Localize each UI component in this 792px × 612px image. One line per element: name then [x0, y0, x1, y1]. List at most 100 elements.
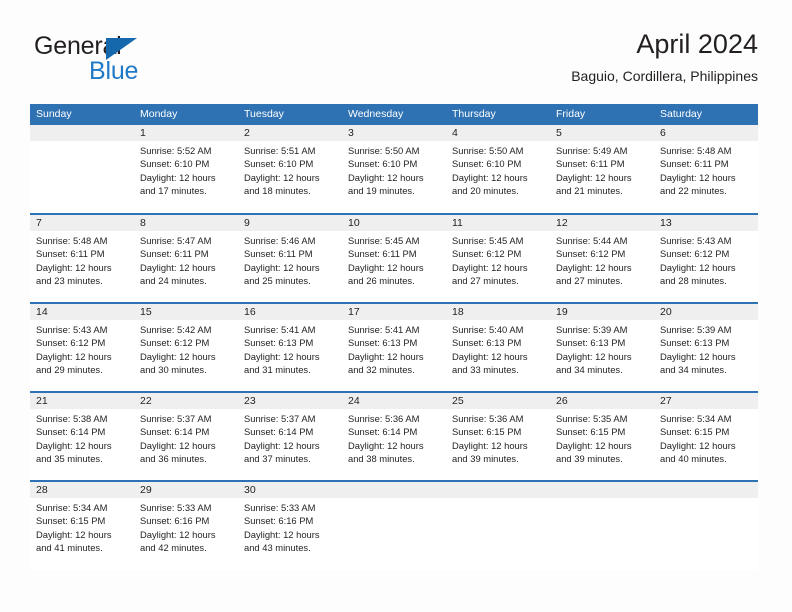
day-details — [30, 141, 134, 144]
day-number: 20 — [654, 304, 758, 320]
daylight-text-line1: Daylight: 12 hours — [452, 439, 528, 451]
day-cell[interactable]: 16 Sunrise: 5:41 AM Sunset: 6:13 PM Dayl… — [238, 302, 342, 392]
day-cell[interactable]: 3 Sunrise: 5:50 AM Sunset: 6:10 PM Dayli… — [342, 125, 446, 214]
daylight-text-line2: and 32 minutes. — [348, 363, 415, 375]
daylight-text-line2: and 41 minutes. — [36, 541, 103, 553]
week-row: 7 Sunrise: 5:48 AM Sunset: 6:11 PM Dayli… — [30, 213, 758, 303]
day-cell[interactable]: 2 Sunrise: 5:51 AM Sunset: 6:10 PM Dayli… — [238, 125, 342, 214]
daylight-text-line2: and 20 minutes. — [452, 184, 519, 196]
day-cell[interactable]: 26 Sunrise: 5:35 AM Sunset: 6:15 PM Dayl… — [550, 391, 654, 481]
sunrise-text: Sunrise: 5:37 AM — [244, 413, 316, 424]
day-number: 23 — [238, 393, 342, 409]
day-cell[interactable]: 22 Sunrise: 5:37 AM Sunset: 6:14 PM Dayl… — [134, 391, 238, 481]
day-cell[interactable]: 25 Sunrise: 5:36 AM Sunset: 6:15 PM Dayl… — [446, 391, 550, 481]
sunrise-text: Sunrise: 5:50 AM — [452, 145, 524, 156]
day-cell[interactable] — [550, 480, 654, 570]
day-cell[interactable]: 1 Sunrise: 5:52 AM Sunset: 6:10 PM Dayli… — [134, 125, 238, 214]
day-number: 14 — [30, 304, 134, 320]
sunset-text: Sunset: 6:11 PM — [140, 248, 209, 260]
generalblue-logo[interactable]: General Blue — [34, 33, 264, 93]
day-cell[interactable]: 9 Sunrise: 5:46 AM Sunset: 6:11 PM Dayli… — [238, 213, 342, 303]
day-number: 21 — [30, 393, 134, 409]
day-cell[interactable]: 19 Sunrise: 5:39 AM Sunset: 6:13 PM Dayl… — [550, 302, 654, 392]
day-cell[interactable] — [446, 480, 550, 570]
sunset-text: Sunset: 6:11 PM — [244, 248, 313, 260]
day-number: 30 — [238, 482, 342, 498]
day-cell[interactable]: 14 Sunrise: 5:43 AM Sunset: 6:12 PM Dayl… — [30, 302, 134, 392]
sunrise-text: Sunrise: 5:52 AM — [140, 145, 212, 156]
daylight-text-line1: Daylight: 12 hours — [244, 350, 320, 362]
day-cell[interactable]: 5 Sunrise: 5:49 AM Sunset: 6:11 PM Dayli… — [550, 125, 654, 214]
day-cell[interactable] — [654, 480, 758, 570]
day-details: Sunrise: 5:42 AM Sunset: 6:12 PM Dayligh… — [134, 320, 238, 376]
day-cell[interactable]: 28 Sunrise: 5:34 AM Sunset: 6:15 PM Dayl… — [30, 480, 134, 570]
sunrise-text: Sunrise: 5:37 AM — [140, 413, 212, 424]
title-block: April 2024 Baguio, Cordillera, Philippin… — [571, 28, 758, 85]
sunrise-text: Sunrise: 5:51 AM — [244, 145, 316, 156]
sunset-text: Sunset: 6:11 PM — [348, 248, 417, 260]
sunset-text: Sunset: 6:12 PM — [452, 248, 522, 260]
sunset-text: Sunset: 6:14 PM — [36, 426, 106, 438]
sunset-text: Sunset: 6:14 PM — [140, 426, 210, 438]
day-cell[interactable]: 17 Sunrise: 5:41 AM Sunset: 6:13 PM Dayl… — [342, 302, 446, 392]
day-cell[interactable]: 6 Sunrise: 5:48 AM Sunset: 6:11 PM Dayli… — [654, 125, 758, 214]
page-header: General Blue April 2024 Baguio, Cordille… — [0, 0, 792, 100]
weekday-header-sunday: Sunday — [30, 104, 134, 125]
sunrise-text: Sunrise: 5:39 AM — [660, 324, 732, 335]
sunset-text: Sunset: 6:13 PM — [244, 337, 314, 349]
day-number: 26 — [550, 393, 654, 409]
daylight-text-line1: Daylight: 12 hours — [244, 439, 320, 451]
day-cell[interactable]: 23 Sunrise: 5:37 AM Sunset: 6:14 PM Dayl… — [238, 391, 342, 481]
daylight-text-line2: and 24 minutes. — [140, 274, 207, 286]
sunrise-text: Sunrise: 5:42 AM — [140, 324, 212, 335]
sunset-text: Sunset: 6:10 PM — [244, 158, 314, 170]
page-title: April 2024 — [636, 29, 758, 59]
day-number: 11 — [446, 215, 550, 231]
sunrise-text: Sunrise: 5:45 AM — [348, 235, 420, 246]
daylight-text-line1: Daylight: 12 hours — [660, 261, 736, 273]
day-details: Sunrise: 5:41 AM Sunset: 6:13 PM Dayligh… — [238, 320, 342, 376]
sunrise-text: Sunrise: 5:45 AM — [452, 235, 524, 246]
day-details: Sunrise: 5:36 AM Sunset: 6:15 PM Dayligh… — [446, 409, 550, 465]
day-cell[interactable]: 4 Sunrise: 5:50 AM Sunset: 6:10 PM Dayli… — [446, 125, 550, 214]
day-details: Sunrise: 5:37 AM Sunset: 6:14 PM Dayligh… — [238, 409, 342, 465]
day-cell[interactable]: 18 Sunrise: 5:40 AM Sunset: 6:13 PM Dayl… — [446, 302, 550, 392]
daylight-text-line1: Daylight: 12 hours — [660, 350, 736, 362]
daylight-text-line2: and 31 minutes. — [244, 363, 311, 375]
day-cell[interactable]: 11 Sunrise: 5:45 AM Sunset: 6:12 PM Dayl… — [446, 213, 550, 303]
day-number: 2 — [238, 125, 342, 141]
daylight-text-line2: and 35 minutes. — [36, 452, 103, 464]
day-cell[interactable]: 21 Sunrise: 5:38 AM Sunset: 6:14 PM Dayl… — [30, 391, 134, 481]
daylight-text-line1: Daylight: 12 hours — [556, 439, 632, 451]
day-cell[interactable]: 13 Sunrise: 5:43 AM Sunset: 6:12 PM Dayl… — [654, 213, 758, 303]
day-cell[interactable]: 20 Sunrise: 5:39 AM Sunset: 6:13 PM Dayl… — [654, 302, 758, 392]
day-cell[interactable]: 15 Sunrise: 5:42 AM Sunset: 6:12 PM Dayl… — [134, 302, 238, 392]
day-details: Sunrise: 5:49 AM Sunset: 6:11 PM Dayligh… — [550, 141, 654, 197]
day-cell[interactable]: 27 Sunrise: 5:34 AM Sunset: 6:15 PM Dayl… — [654, 391, 758, 481]
day-details: Sunrise: 5:33 AM Sunset: 6:16 PM Dayligh… — [134, 498, 238, 554]
day-cell[interactable]: 8 Sunrise: 5:47 AM Sunset: 6:11 PM Dayli… — [134, 213, 238, 303]
day-details: Sunrise: 5:50 AM Sunset: 6:10 PM Dayligh… — [446, 141, 550, 197]
weekday-header-tuesday: Tuesday — [238, 104, 342, 125]
sunset-text: Sunset: 6:10 PM — [452, 158, 522, 170]
sunrise-text: Sunrise: 5:38 AM — [36, 413, 108, 424]
day-number: 24 — [342, 393, 446, 409]
day-number: 3 — [342, 125, 446, 141]
day-cell[interactable] — [342, 480, 446, 570]
sunrise-text: Sunrise: 5:49 AM — [556, 145, 628, 156]
day-cell[interactable]: 24 Sunrise: 5:36 AM Sunset: 6:14 PM Dayl… — [342, 391, 446, 481]
day-number: 17 — [342, 304, 446, 320]
sunset-text: Sunset: 6:10 PM — [140, 158, 210, 170]
daylight-text-line2: and 42 minutes. — [140, 541, 207, 553]
day-cell[interactable]: 10 Sunrise: 5:45 AM Sunset: 6:11 PM Dayl… — [342, 213, 446, 303]
day-cell[interactable]: 29 Sunrise: 5:33 AM Sunset: 6:16 PM Dayl… — [134, 480, 238, 570]
day-cell[interactable]: 7 Sunrise: 5:48 AM Sunset: 6:11 PM Dayli… — [30, 213, 134, 303]
day-cell[interactable]: 30 Sunrise: 5:33 AM Sunset: 6:16 PM Dayl… — [238, 480, 342, 570]
day-details: Sunrise: 5:52 AM Sunset: 6:10 PM Dayligh… — [134, 141, 238, 197]
day-number — [446, 482, 550, 498]
day-details: Sunrise: 5:50 AM Sunset: 6:10 PM Dayligh… — [342, 141, 446, 197]
daylight-text-line1: Daylight: 12 hours — [556, 350, 632, 362]
day-cell[interactable]: 12 Sunrise: 5:44 AM Sunset: 6:12 PM Dayl… — [550, 213, 654, 303]
day-number: 9 — [238, 215, 342, 231]
day-cell[interactable] — [30, 125, 134, 214]
